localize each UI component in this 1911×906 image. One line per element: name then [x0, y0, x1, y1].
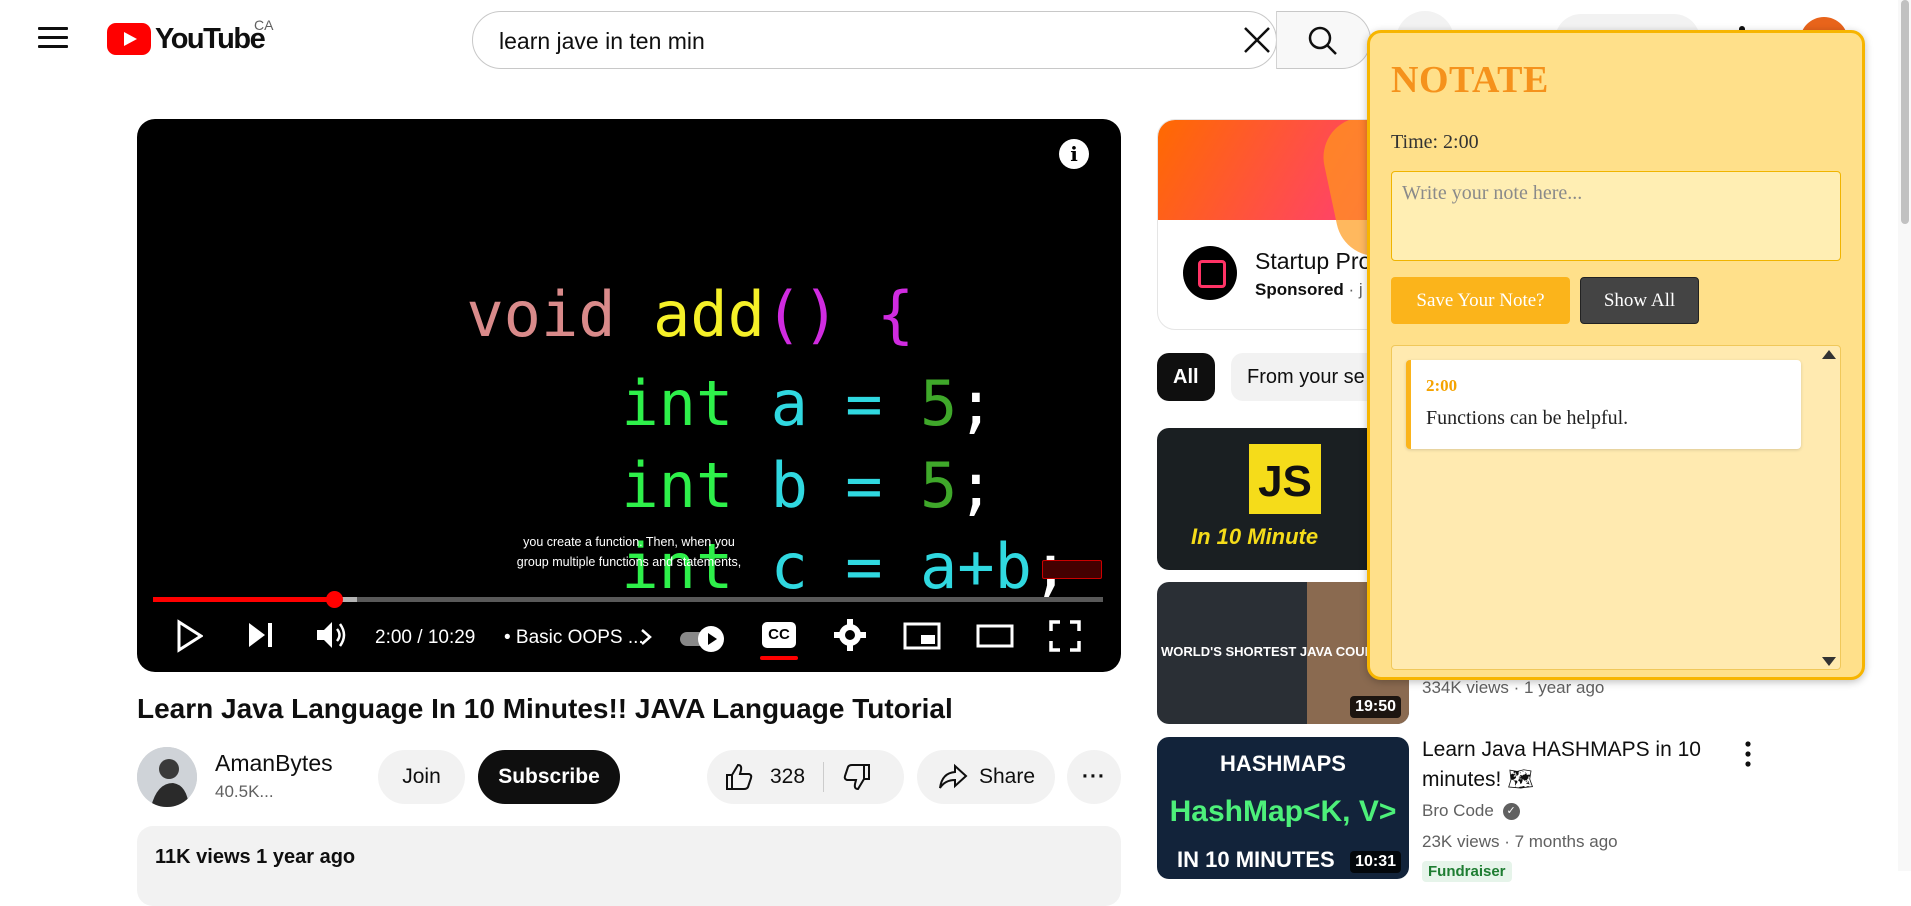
next-icon[interactable]: [247, 621, 275, 649]
scroll-down-icon[interactable]: [1822, 657, 1836, 666]
page-scrollbar[interactable]: [1898, 0, 1911, 871]
search-button[interactable]: [1276, 11, 1371, 69]
notate-panel: NOTATE Time: 2:00 Save Your Note? Show A…: [1367, 30, 1865, 680]
join-button[interactable]: Join: [378, 750, 465, 804]
video-3-meta: 23K views · 7 months ago: [1422, 832, 1618, 851]
subscriber-count: 40.5K...: [215, 782, 274, 801]
note-item[interactable]: 2:00 Functions can be helpful.: [1406, 360, 1801, 449]
like-divider: [823, 762, 825, 792]
progress-scrubber[interactable]: [325, 591, 343, 608]
thumbnail-1-text: In 10 Minute: [1191, 524, 1319, 549]
closed-captions-icon[interactable]: CC: [762, 622, 796, 648]
thumbnail-3-text: HASHMAPS: [1220, 751, 1346, 776]
share-button[interactable]: Share: [917, 750, 1055, 804]
views-and-date: 11K views 1 year ago: [155, 846, 356, 868]
captions-on-indicator: [760, 656, 798, 660]
miniplayer-icon[interactable]: [903, 622, 941, 650]
search-bar: [472, 11, 1277, 69]
channel-avatar[interactable]: [137, 747, 197, 807]
video-caption: you create a function. Then, when you gr…: [516, 535, 742, 569]
time-display: 2:00 / 10:29: [375, 627, 476, 648]
clear-search-icon[interactable]: [1241, 24, 1273, 56]
save-note-button[interactable]: Save Your Note?: [1391, 277, 1570, 324]
like-dislike-group: 328: [707, 750, 904, 804]
ad-title: Startup Pro: [1255, 248, 1372, 274]
chip-all[interactable]: All: [1157, 353, 1215, 401]
fundraiser-badge: Fundraiser: [1422, 861, 1512, 882]
chip-from-your-search[interactable]: From your se: [1231, 353, 1381, 401]
subscribe-button[interactable]: Subscribe: [478, 750, 620, 804]
video-3-menu-icon[interactable]: [1745, 741, 1751, 767]
page-scrollbar-thumb[interactable]: [1901, 0, 1909, 224]
info-icon[interactable]: i: [1059, 139, 1089, 169]
thumbnail-3-text-2: HashMap<K, V>: [1169, 795, 1397, 828]
thumbs-down-icon[interactable]: [842, 762, 872, 792]
chapter-button[interactable]: • Basic OOPS ...: [504, 627, 644, 649]
duration-badge: 19:50: [1350, 696, 1401, 718]
play-icon[interactable]: [177, 619, 203, 653]
verified-icon: ✓: [1502, 803, 1520, 821]
progress-played: [153, 597, 334, 602]
menu-icon[interactable]: [38, 27, 68, 49]
channel-name[interactable]: AmanBytes: [215, 750, 333, 777]
scroll-up-icon[interactable]: [1822, 350, 1836, 359]
channel-watermark: [1042, 560, 1102, 579]
note-input[interactable]: [1391, 171, 1841, 261]
chevron-right-icon[interactable]: [640, 628, 652, 646]
thumbnail-2-text: WORLD'S SHORTEST JAVA COURSE: [1161, 644, 1392, 659]
progress-bar[interactable]: [153, 591, 1103, 608]
note-timestamp[interactable]: 2:00: [1426, 376, 1457, 396]
description-box[interactable]: 11K views 1 year ago: [137, 826, 1121, 906]
youtube-logo[interactable]: YouTube: [107, 22, 266, 56]
video-3-title[interactable]: Learn Java HASHMAPS in 10 minutes! 🗺: [1422, 735, 1701, 795]
autoplay-toggle[interactable]: [680, 626, 730, 652]
youtube-play-icon: [107, 23, 151, 55]
more-actions-icon[interactable]: ···: [1067, 750, 1121, 804]
notes-list[interactable]: 2:00 Functions can be helpful.: [1391, 345, 1841, 670]
share-label: Share: [978, 765, 1036, 788]
show-all-button[interactable]: Show All: [1580, 277, 1699, 324]
notate-title: NOTATE: [1391, 59, 1549, 101]
video-title: Learn Java Language In 10 Minutes!! JAVA…: [137, 693, 953, 724]
like-count[interactable]: 328: [770, 765, 805, 789]
duration-badge: 10:31: [1350, 851, 1401, 873]
country-code: CA: [254, 17, 274, 33]
share-icon: [938, 763, 968, 789]
video-3-channel[interactable]: Bro Code ✓: [1422, 801, 1520, 821]
thumbnail-3-text-3: IN 10 MINUTES: [1177, 847, 1335, 872]
note-text: Functions can be helpful.: [1426, 407, 1629, 429]
video-player[interactable]: void add() { int a = 5; int b = 5; int c…: [137, 119, 1121, 672]
volume-icon[interactable]: [315, 619, 349, 651]
thumbs-up-icon[interactable]: [724, 762, 754, 792]
ad-logo: [1183, 246, 1237, 300]
settings-gear-icon[interactable]: [834, 619, 866, 651]
search-icon: [1308, 26, 1337, 55]
search-input[interactable]: [497, 12, 1201, 68]
theater-mode-icon[interactable]: [976, 624, 1014, 648]
js-logo-icon: JS: [1249, 444, 1321, 514]
youtube-logo-text: YouTube: [155, 22, 266, 55]
video-2-meta: 334K views · 1 year ago: [1422, 678, 1605, 697]
recommended-thumbnail-3[interactable]: HASHMAPS HashMap<K, V> IN 10 MINUTES 10:…: [1157, 737, 1409, 879]
notate-time-label: Time: 2:00: [1391, 131, 1479, 153]
ad-sponsored-label: Sponsored · j: [1255, 280, 1363, 299]
fullscreen-icon[interactable]: [1049, 620, 1081, 652]
